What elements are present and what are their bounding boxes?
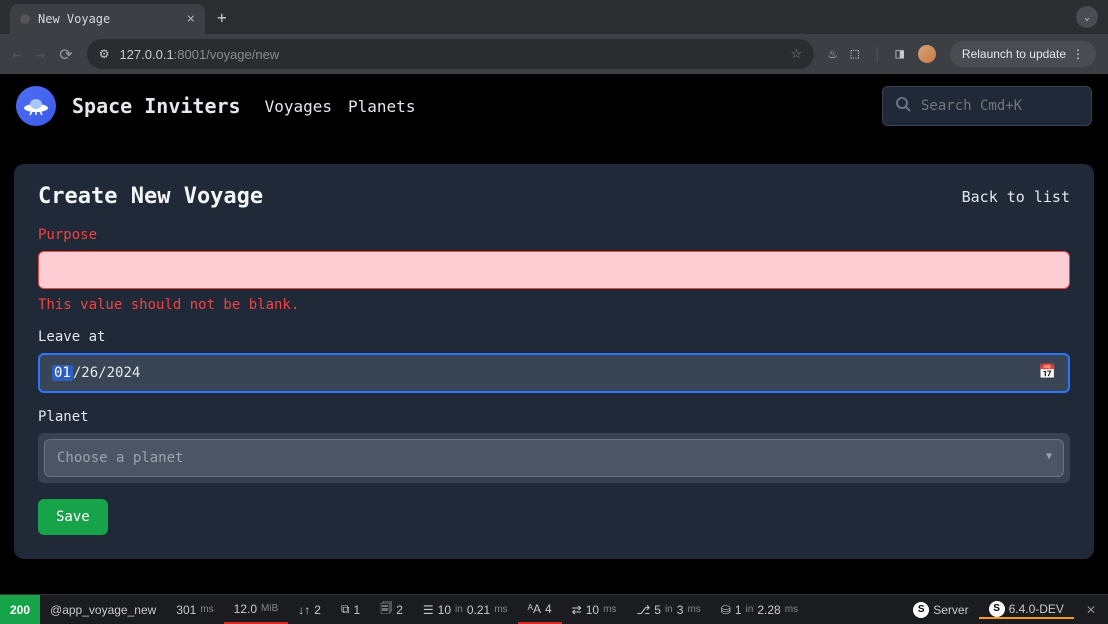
symfony-debug-bar: 200 @app_voyage_new 301ms 12.0MiB ↓↑ 2 ⧉… [0, 594, 1108, 624]
back-to-list-link[interactable]: Back to list [962, 188, 1070, 206]
app-logo[interactable] [16, 86, 56, 126]
tab-bar: New Voyage × + ⌄ [0, 0, 1108, 34]
db-icon: ☰ [423, 603, 434, 617]
cache-count[interactable]: 🗐 2 [370, 595, 413, 624]
browser-toolbar: ← → ⟳ ⚙ 127.0.0.1:8001/voyage/new ☆ ♨ ⬚ … [0, 34, 1108, 74]
toolbar-icons: ♨ ⬚ | ◨ Relaunch to update ⋮ [828, 41, 1096, 67]
mail-stat[interactable]: ⛁ 1 in 2.28 ms [711, 595, 808, 624]
browser-tab[interactable]: New Voyage × [10, 4, 205, 34]
route-name[interactable]: @app_voyage_new [40, 595, 166, 624]
forms-count[interactable]: ⧉ 1 [331, 595, 370, 624]
forward-icon[interactable]: → [36, 45, 46, 64]
purpose-label: Purpose [38, 227, 1070, 243]
flame-icon[interactable]: ♨ [828, 46, 836, 62]
relaunch-button[interactable]: Relaunch to update ⋮ [950, 41, 1096, 67]
purpose-group: Purpose This value should not be blank. [38, 227, 1070, 313]
browser-chrome: New Voyage × + ⌄ ← → ⟳ ⚙ 127.0.0.1:8001/… [0, 0, 1108, 74]
planet-label: Planet [38, 409, 1070, 425]
nav-links: Voyages Planets [265, 97, 416, 116]
save-button[interactable]: Save [38, 499, 108, 535]
translation-icon: ᴬA [528, 602, 541, 616]
panel-icon[interactable]: ◨ [895, 46, 903, 62]
tab-title: New Voyage [38, 12, 110, 26]
request-time[interactable]: 301ms [166, 595, 223, 624]
kebab-icon: ⋮ [1072, 47, 1084, 61]
http-client-stat[interactable]: ⇄ 10ms [562, 595, 627, 624]
memory[interactable]: 12.0MiB [224, 595, 289, 624]
chrome-expand-icon[interactable]: ⌄ [1076, 6, 1098, 28]
nav-voyages[interactable]: Voyages [265, 97, 332, 116]
close-icon[interactable]: × [187, 11, 195, 27]
back-icon[interactable]: ← [12, 45, 22, 64]
ajax-icon: ↓↑ [298, 603, 310, 617]
date-month[interactable]: 01 [52, 365, 73, 381]
chevron-down-icon: ▼ [1046, 451, 1052, 462]
date-day[interactable]: 26 [81, 365, 98, 381]
http-status-badge[interactable]: 200 [0, 595, 40, 624]
twig-stat[interactable]: ⎇ 5 in 3 ms [626, 595, 710, 624]
ufo-icon [22, 96, 50, 116]
date-year[interactable]: 2024 [107, 365, 141, 381]
db-stat[interactable]: ☰ 10 in 0.21 ms [413, 595, 518, 624]
http-icon: ⇄ [572, 603, 582, 617]
symfony-icon: S [989, 601, 1005, 617]
card-header: Create New Voyage Back to list [38, 184, 1070, 209]
favicon [20, 14, 30, 24]
app-root: Space Inviters Voyages Planets Create Ne… [0, 74, 1108, 559]
url-path: :8001/voyage/new [174, 47, 280, 62]
form-card: Create New Voyage Back to list Purpose T… [14, 164, 1094, 559]
close-debug-icon[interactable]: ✕ [1074, 603, 1108, 617]
url-host: 127.0.0.1 [119, 47, 173, 62]
search-box[interactable] [882, 86, 1092, 126]
planet-select[interactable]: Choose a planet [44, 439, 1064, 477]
planet-group: Planet Choose a planet ▼ [38, 409, 1070, 483]
nav-planets[interactable]: Planets [348, 97, 415, 116]
site-settings-icon[interactable]: ⚙ [99, 47, 110, 61]
url-bar[interactable]: ⚙ 127.0.0.1:8001/voyage/new ☆ [87, 39, 814, 69]
version-info[interactable]: S 6.4.0-DEV [979, 601, 1074, 619]
form-icon: ⧉ [341, 602, 350, 617]
brand-name[interactable]: Space Inviters [72, 94, 241, 118]
leave-at-group: Leave at 01/26/2024 📅 [38, 329, 1070, 393]
leave-at-input[interactable]: 01/26/2024 [38, 353, 1070, 393]
purpose-input[interactable] [38, 251, 1070, 289]
purpose-error: This value should not be blank. [38, 297, 1070, 313]
mail-icon: ⛁ [721, 603, 731, 617]
search-input[interactable] [921, 98, 1079, 114]
cache-icon: 🗐 [380, 599, 392, 620]
calendar-icon[interactable]: 📅 [1039, 364, 1056, 380]
ajax-count[interactable]: ↓↑ 2 [288, 595, 331, 624]
leave-at-label: Leave at [38, 329, 1070, 345]
new-tab-button[interactable]: + [205, 8, 239, 27]
profile-avatar[interactable] [918, 45, 936, 63]
symfony-icon: S [913, 602, 929, 618]
bookmark-icon[interactable]: ☆ [791, 46, 803, 62]
twig-icon: ⎇ [636, 603, 650, 617]
translation-stat[interactable]: ᴬA 4 [518, 595, 562, 624]
server-info[interactable]: S Server [903, 602, 978, 618]
app-header: Space Inviters Voyages Planets [0, 74, 1108, 138]
page-title: Create New Voyage [38, 184, 263, 209]
reload-icon[interactable]: ⟳ [59, 45, 72, 64]
search-icon [895, 96, 911, 116]
extensions-icon[interactable]: ⬚ [851, 46, 859, 62]
